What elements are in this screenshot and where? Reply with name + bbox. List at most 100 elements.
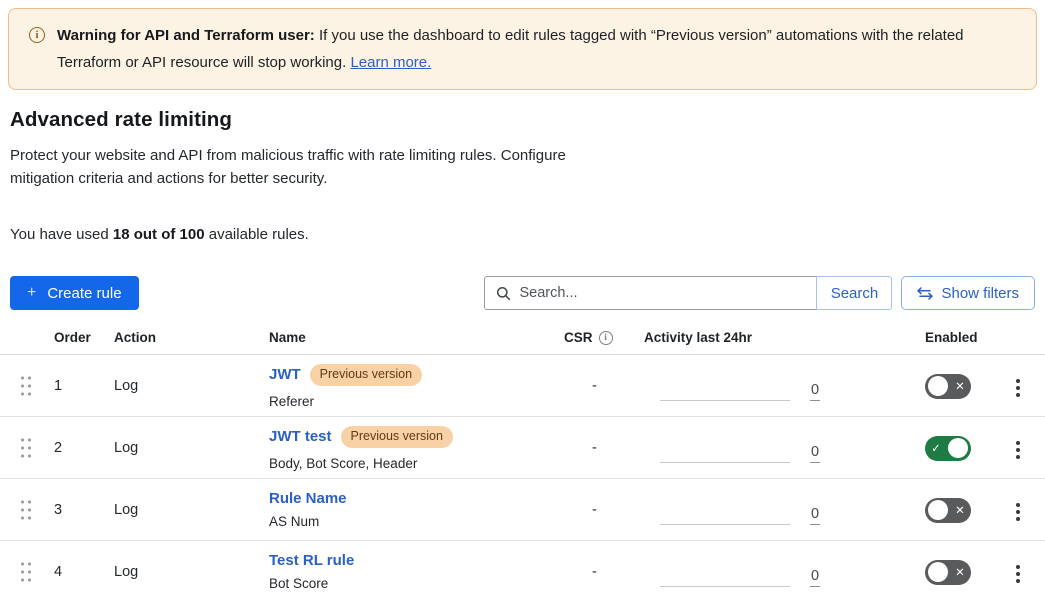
learn-more-link[interactable]: Learn more. <box>350 54 431 71</box>
activity-count[interactable]: 0 <box>810 382 820 401</box>
header-order: Order <box>54 330 114 345</box>
toggle-cell: ✓✕ <box>904 436 1000 461</box>
order-cell: 4 <box>54 564 114 580</box>
drag-handle-icon[interactable] <box>18 373 31 396</box>
cross-icon: ✕ <box>952 503 968 517</box>
enabled-toggle[interactable]: ✓✕ <box>925 498 971 523</box>
action-cell: Log <box>114 564 269 580</box>
check-icon: ✓ <box>928 441 944 455</box>
activity-cell: 0 <box>644 355 904 417</box>
rule-name-link[interactable]: Test RL rule <box>269 553 354 568</box>
csr-cell: - <box>564 564 644 580</box>
table-header-row: Order Action Name CSRi Activity last 24h… <box>0 330 1045 355</box>
rule-name-link[interactable]: Rule Name <box>269 491 347 506</box>
handle-cell <box>18 559 54 586</box>
plus-icon: + <box>27 284 36 302</box>
handle-cell <box>18 435 54 462</box>
usage-prefix: You have used <box>10 226 113 243</box>
toggle-cell: ✓✕ <box>904 374 1000 399</box>
enabled-toggle[interactable]: ✓✕ <box>925 560 971 585</box>
order-cell: 3 <box>54 502 114 518</box>
activity-sparkline <box>660 507 790 525</box>
table-row: 3 Log Rule Name AS Num - 0 ✓✕ <box>0 479 1045 541</box>
cross-icon: ✕ <box>952 379 968 393</box>
rule-name-link[interactable]: JWT <box>269 367 301 382</box>
advanced-rate-limiting-page: i Warning for API and Terraform user: If… <box>0 8 1045 597</box>
toggle-thumb <box>928 500 948 520</box>
header-enabled: Enabled <box>904 330 1000 345</box>
warning-info-icon: i <box>29 27 45 43</box>
kebab-menu-icon[interactable] <box>1012 375 1024 401</box>
table-row: 4 Log Test RL rule Bot Score - 0 ✓✕ <box>0 541 1045 597</box>
create-rule-label: Create rule <box>47 285 121 302</box>
toggle-cell: ✓✕ <box>904 498 1000 523</box>
usage-suffix: available rules. <box>205 226 309 243</box>
rule-criteria: AS Num <box>269 515 564 529</box>
search-button[interactable]: Search <box>816 276 892 310</box>
csr-cell: - <box>564 502 644 518</box>
toggle-thumb <box>928 376 948 396</box>
show-filters-label: Show filters <box>941 285 1019 302</box>
csr-cell: - <box>564 378 644 394</box>
create-rule-button[interactable]: + Create rule <box>10 276 139 310</box>
order-cell: 1 <box>54 378 114 394</box>
menu-cell <box>1000 371 1045 401</box>
header-action: Action <box>114 330 269 345</box>
previous-version-badge: Previous version <box>341 426 453 448</box>
rules-table: Order Action Name CSRi Activity last 24h… <box>0 330 1045 597</box>
header-activity: Activity last 24hr <box>644 330 904 345</box>
activity-count[interactable]: 0 <box>810 444 820 463</box>
action-cell: Log <box>114 502 269 518</box>
rule-criteria: Referer <box>269 395 564 409</box>
previous-version-badge: Previous version <box>310 364 422 386</box>
drag-handle-icon[interactable] <box>18 559 31 582</box>
toggle-thumb <box>948 438 968 458</box>
action-cell: Log <box>114 378 269 394</box>
toolbar: + Create rule Search Show filters <box>10 276 1035 310</box>
drag-handle-icon[interactable] <box>18 497 31 520</box>
kebab-menu-icon[interactable] <box>1012 561 1024 587</box>
enabled-toggle[interactable]: ✓✕ <box>925 374 971 399</box>
warning-banner: i Warning for API and Terraform user: If… <box>8 8 1037 90</box>
kebab-menu-icon[interactable] <box>1012 437 1024 463</box>
kebab-menu-icon[interactable] <box>1012 499 1024 525</box>
table-row: 2 Log JWT test Previous version Body, Bo… <box>0 417 1045 479</box>
enabled-toggle[interactable]: ✓✕ <box>925 436 971 461</box>
name-cell: JWT Previous version Referer <box>269 364 564 408</box>
name-cell: Rule Name AS Num <box>269 491 564 529</box>
activity-sparkline <box>660 569 790 587</box>
drag-handle-icon[interactable] <box>18 435 31 458</box>
handle-cell <box>18 373 54 400</box>
header-csr-label: CSR <box>564 330 593 345</box>
show-filters-button[interactable]: Show filters <box>901 276 1035 310</box>
menu-cell <box>1000 495 1045 525</box>
table-row: 1 Log JWT Previous version Referer - 0 ✓… <box>0 355 1045 417</box>
search-input[interactable] <box>519 285 816 301</box>
name-cell: Test RL rule Bot Score <box>269 553 564 591</box>
activity-cell: 0 <box>644 541 904 597</box>
usage-count: 18 out of 100 <box>113 226 205 243</box>
handle-cell <box>18 497 54 524</box>
rule-criteria: Bot Score <box>269 577 564 591</box>
activity-sparkline <box>660 383 790 401</box>
page-description: Protect your website and API from malici… <box>10 144 625 190</box>
name-cell: JWT test Previous version Body, Bot Scor… <box>269 426 564 470</box>
menu-cell <box>1000 433 1045 463</box>
show-filters-icon <box>917 287 933 300</box>
search-icon <box>496 286 511 301</box>
activity-count[interactable]: 0 <box>810 568 820 587</box>
warning-title: Warning for API and Terraform user: <box>57 27 315 44</box>
toggle-cell: ✓✕ <box>904 560 1000 585</box>
activity-sparkline <box>660 445 790 463</box>
rule-name-link[interactable]: JWT test <box>269 429 332 444</box>
search-box <box>484 276 816 310</box>
order-cell: 2 <box>54 440 114 456</box>
menu-cell <box>1000 557 1045 587</box>
csr-cell: - <box>564 440 644 456</box>
warning-text: Warning for API and Terraform user: If y… <box>57 22 1007 76</box>
action-cell: Log <box>114 440 269 456</box>
rule-criteria: Body, Bot Score, Header <box>269 457 564 471</box>
csr-info-icon[interactable]: i <box>599 331 613 345</box>
toggle-thumb <box>928 562 948 582</box>
activity-count[interactable]: 0 <box>810 506 820 525</box>
